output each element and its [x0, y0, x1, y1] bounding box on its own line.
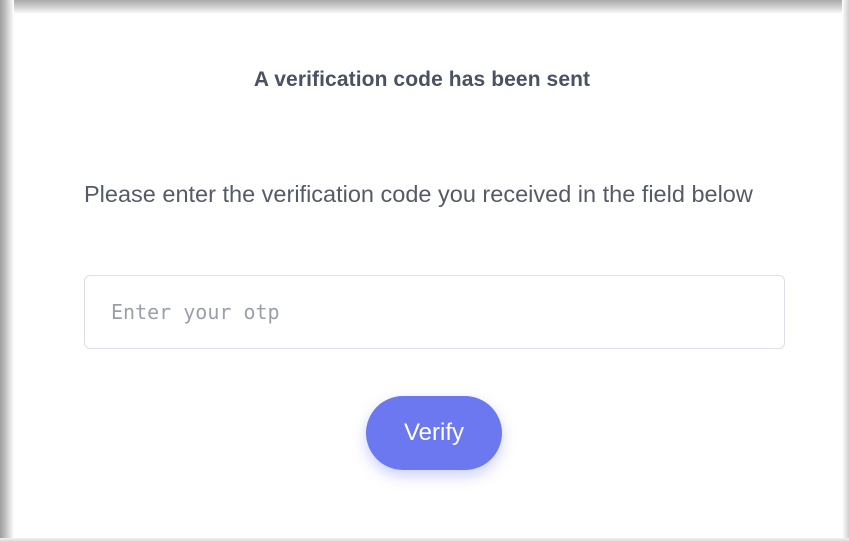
instruction-text: Please enter the verification code you r… — [84, 181, 753, 207]
window-frame: A verification code has been sent Please… — [0, 0, 849, 542]
otp-input[interactable] — [84, 275, 785, 349]
verify-button[interactable]: Verify — [366, 396, 502, 470]
frame-shadow-bottom — [0, 538, 849, 542]
frame-shadow-top — [0, 0, 849, 14]
dialog-title: A verification code has been sent — [253, 68, 591, 91]
frame-shadow-right — [842, 0, 849, 542]
verification-card: A verification code has been sent Please… — [14, 14, 842, 538]
frame-shadow-left — [0, 0, 14, 542]
